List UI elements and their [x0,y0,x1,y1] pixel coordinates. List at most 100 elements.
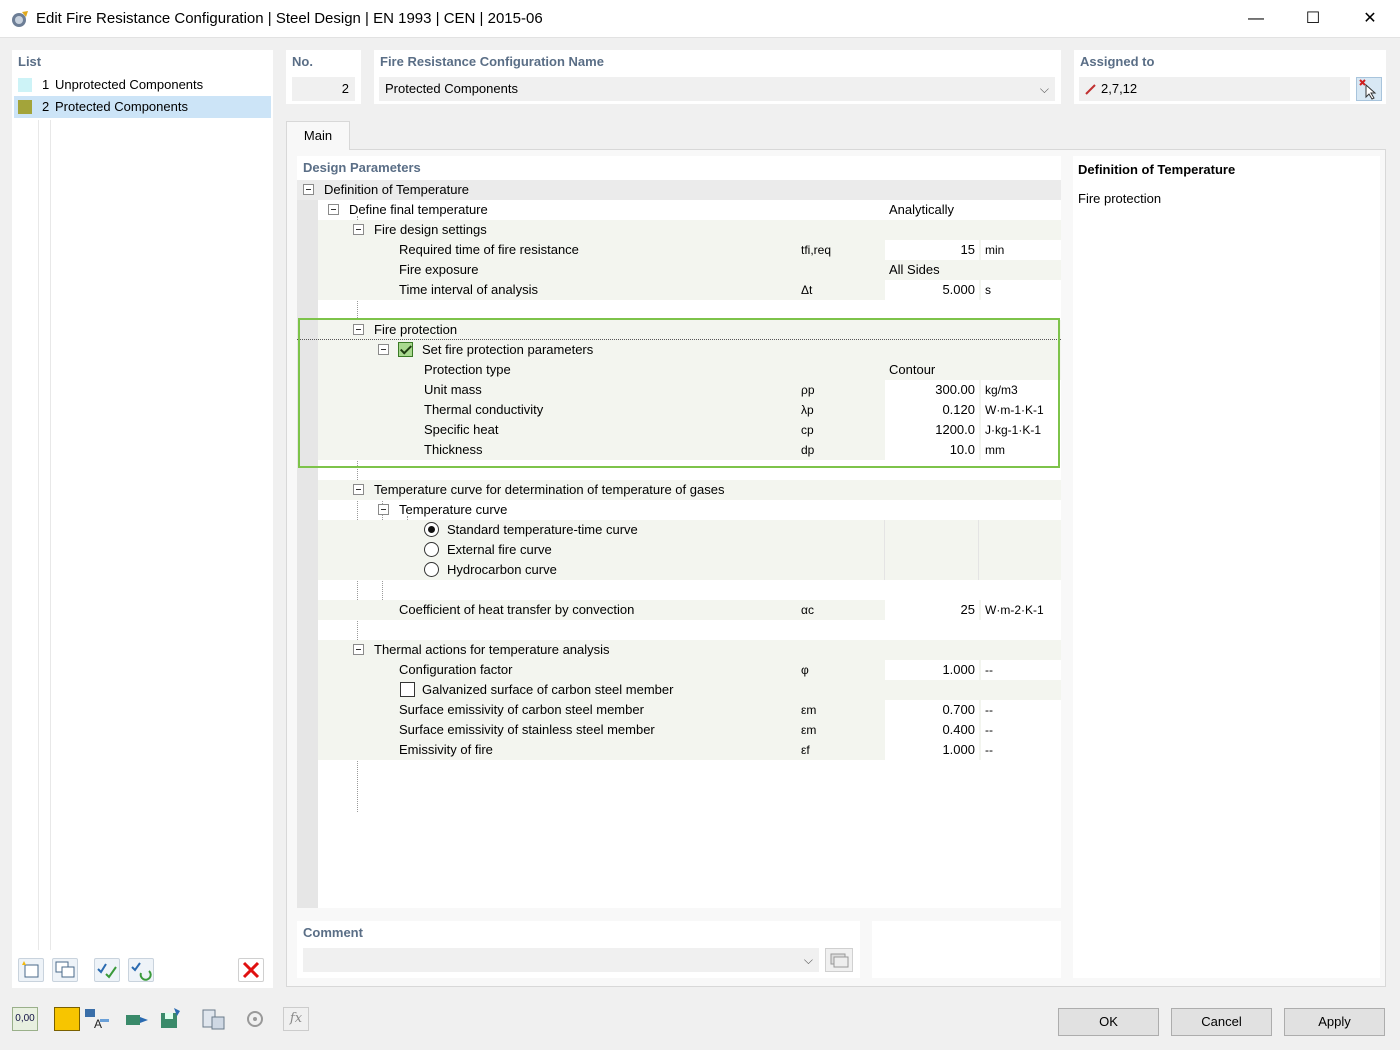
tree-row-time-interval[interactable]: Time interval of analysis Δt 5.000 s [318,280,1061,300]
list-item-protected[interactable]: 2 Protected Components [14,96,271,118]
collapse-icon[interactable] [353,224,364,235]
pick-button[interactable] [1356,77,1382,101]
tree-row-fire-exposure[interactable]: Fire exposure All Sides [318,260,1061,280]
row-unit: -- [981,700,1061,720]
apply-button[interactable]: Apply [1284,1008,1385,1036]
emissivity-fire-value[interactable]: 1.000 [885,740,979,760]
tree-row-fire-design-settings[interactable]: Fire design settings [318,220,1061,240]
protection-type-value[interactable]: Contour [885,360,1061,380]
cancel-button[interactable]: Cancel [1171,1008,1272,1036]
copy-item-button[interactable] [52,958,78,982]
row-label: Thermal conductivity [424,402,544,417]
tree-row-external-curve[interactable]: External fire curve [318,540,1061,560]
name-combo[interactable]: Protected Components ⌵ [379,77,1055,101]
row-symbol: φ [801,663,809,677]
tree-row-emissivity-fire[interactable]: Emissivity of fire εf 1.000 -- [318,740,1061,760]
number-field[interactable]: 2 [292,77,355,101]
tree-row-thermal-conductivity[interactable]: Thermal conductivity λp 0.120 W·m-1·K-1 [318,400,1061,420]
final-temperature-value[interactable]: Analytically [885,200,1061,220]
copy-item-icon [55,961,75,978]
check-all-button[interactable] [94,958,120,982]
collapse-icon[interactable] [353,644,364,655]
row-label: Definition of Temperature [324,182,470,197]
tree-row-emissivity-stainless[interactable]: Surface emissivity of stainless steel me… [318,720,1061,740]
tree-row-specific-heat[interactable]: Specific heat cp 1200.0 J·kg-1·K-1 [318,420,1061,440]
tree-row-convection[interactable]: Coefficient of heat transfer by convecti… [318,600,1061,620]
standard-curve-radio[interactable] [424,522,439,537]
tree-row-required-time[interactable]: Required time of fire resistance tfi,req… [318,240,1061,260]
minimize-button[interactable]: — [1233,0,1279,38]
library-button[interactable] [200,1007,226,1031]
thermal-conductivity-value[interactable]: 0.120 [885,400,979,420]
assigned-field[interactable]: 2,7,12 [1079,77,1350,101]
tab-main[interactable]: Main [286,121,350,150]
tree-row-protection-type[interactable]: Protection type Contour [318,360,1061,380]
fire-exposure-value[interactable]: All Sides [885,260,1061,280]
tree-row-unit-mass[interactable]: Unit mass ρp 300.00 kg/m3 [318,380,1061,400]
set-protection-checkbox[interactable] [398,342,413,357]
row-label: Unit mass [424,382,482,397]
time-interval-value[interactable]: 5.000 [885,280,979,300]
collapse-icon[interactable] [378,344,389,355]
pick-cursor-icon [1359,79,1377,100]
specific-heat-value[interactable]: 1200.0 [885,420,979,440]
delete-button[interactable] [238,958,264,982]
renumber-icon [131,962,152,981]
color-swatch [18,78,32,92]
comment-combo[interactable]: ⌵ [303,948,819,972]
emissivity-stainless-value[interactable]: 0.400 [885,720,979,740]
new-item-button[interactable] [18,958,44,982]
reset-button[interactable] [242,1007,268,1031]
save-button[interactable] [158,1007,184,1031]
convection-value[interactable]: 25 [885,600,979,620]
collapse-icon[interactable] [378,504,389,515]
tree-row-set-fire-protection[interactable]: Set fire protection parameters [318,340,1061,360]
tree-gutter [297,180,318,908]
configuration-factor-value[interactable]: 1.000 [885,660,979,680]
thickness-value[interactable]: 10.0 [885,440,979,460]
hydrocarbon-curve-radio[interactable] [424,562,439,577]
tree-row-temperature-curve-gases[interactable]: Temperature curve for determination of t… [318,480,1061,500]
tree-row-galvanized[interactable]: Galvanized surface of carbon steel membe… [318,680,1061,700]
row-label: Time interval of analysis [399,282,538,297]
color-button[interactable] [54,1007,80,1031]
text-style-icon: A [85,1009,109,1031]
formula-button[interactable]: fx [283,1007,309,1031]
tree-row-define-final-temperature[interactable]: Define final temperature Analytically [318,200,1061,220]
comment-library-button[interactable] [825,948,853,972]
collapse-icon[interactable] [353,324,364,335]
tree-row-temperature-curve[interactable]: Temperature curve [318,500,1061,520]
view-button[interactable] [124,1007,150,1031]
tree-row-configuration-factor[interactable]: Configuration factor φ 1.000 -- [318,660,1061,680]
emissivity-carbon-value[interactable]: 0.700 [885,700,979,720]
tree-row-emissivity-carbon[interactable]: Surface emissivity of carbon steel membe… [318,700,1061,720]
renumber-button[interactable] [128,958,154,982]
row-symbol: εm [801,723,817,737]
maximize-button[interactable]: ☐ [1290,0,1336,38]
collapse-icon[interactable] [303,184,314,195]
tree-row-definition-of-temperature[interactable]: Definition of Temperature [297,180,1061,200]
list-item-unprotected[interactable]: 1 Unprotected Components [14,74,271,96]
row-symbol: εm [801,703,817,717]
row-label: External fire curve [447,542,552,557]
row-symbol: dp [801,443,815,457]
tree-row-thickness[interactable]: Thickness dp 10.0 mm [318,440,1061,460]
tree-row-thermal-actions[interactable]: Thermal actions for temperature analysis [318,640,1061,660]
unit-mass-value[interactable]: 300.00 [885,380,979,400]
row-unit: W·m-1·K-1 [981,400,1061,420]
collapse-icon[interactable] [353,484,364,495]
row-label: Fire design settings [374,222,487,237]
text-style-button[interactable]: A [84,1007,110,1031]
tree-row-hydrocarbon-curve[interactable]: Hydrocarbon curve [318,560,1061,580]
collapse-icon[interactable] [328,204,339,215]
required-time-value[interactable]: 15 [885,240,979,260]
ok-button[interactable]: OK [1058,1008,1159,1036]
close-button[interactable]: ✕ [1347,0,1393,38]
external-curve-radio[interactable] [424,542,439,557]
tree-row-fire-protection[interactable]: Fire protection [318,320,1061,340]
row-label: Surface emissivity of carbon steel membe… [399,702,644,717]
row-label: Surface emissivity of stainless steel me… [399,722,655,737]
units-button[interactable]: 0,00 [12,1007,38,1031]
tree-row-standard-curve[interactable]: Standard temperature-time curve [318,520,1061,540]
galvanized-checkbox[interactable] [400,682,415,697]
